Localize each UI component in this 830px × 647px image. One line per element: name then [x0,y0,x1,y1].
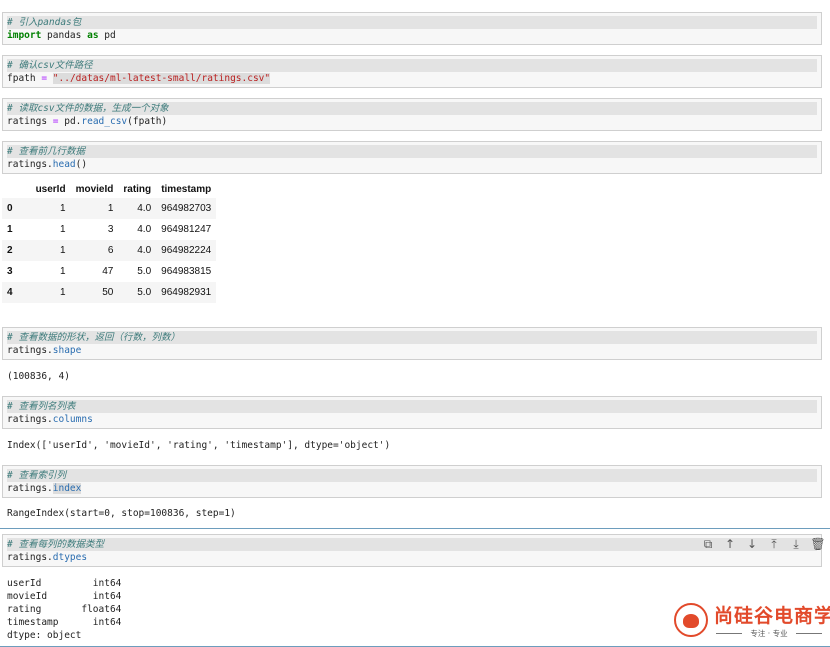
table-cell: 4.0 [137,203,152,214]
table-cell: 964981247 [161,224,212,235]
table-cell: 4.0 [137,224,152,235]
code-comment: # 读取csv文件的数据，生成一个对象 [7,102,817,115]
code-comment: # 确认csv文件路径 [7,59,817,72]
dataframe-output: userId movieId rating timestamp 0 1 1 4.… [2,180,217,303]
table-header: timestamp [161,183,212,195]
code-comment: # 查看每列的数据类型 [7,538,817,551]
code-args: () [75,159,88,170]
code-object: ratings. [7,414,53,425]
code-comment: # 查看前几行数据 [7,145,817,158]
keyword: as [87,30,99,41]
table-header: movieId [75,183,114,195]
table-row: 1 1 3 4.0 964981247 [2,219,216,240]
code-cell-3[interactable]: # 读取csv文件的数据，生成一个对象 ratings = pd.read_cs… [2,98,822,131]
code-comment: # 查看数据的形状，返回（行数，列数） [7,331,817,344]
code-object: ratings. [7,483,53,494]
table-cell: 6 [107,245,114,256]
code-attribute: index [52,483,82,494]
code-line: fpath = "../datas/ml-latest-small/rating… [7,72,817,85]
table-cell: 1 [60,287,66,298]
table-header [2,180,31,198]
table-cell: 964982224 [161,245,212,256]
code-cell-5[interactable]: # 查看数据的形状，返回（行数，列数） ratings.shape [2,327,822,360]
code-cell-4[interactable]: # 查看前几行数据 ratings.head() [2,141,822,174]
row-index: 0 [7,203,13,214]
code-object: ratings. [7,345,53,356]
cell-output: userId int64 movieId int64 rating float6… [7,578,122,641]
code-line: ratings.dtypes [7,551,817,564]
table-cell: 50 [102,287,114,298]
table-cell: 5.0 [137,266,152,277]
code-comment: # 查看索引列 [7,469,817,482]
table-cell: 1 [60,224,66,235]
code-attribute: shape [52,345,82,356]
insert-above-icon[interactable]: ⤒ [763,537,785,552]
code-attribute: read_csv [81,116,128,127]
code-string: "../datas/ml-latest-small/ratings.csv" [52,73,271,84]
cell-output: Index(['userId', 'movieId', 'rating', 't… [7,440,391,451]
code-cell-1[interactable]: # 引入pandas包 import pandas as pd [2,12,822,45]
code-line: ratings.head() [7,158,817,171]
table-row: 4 1 50 5.0 964982931 [2,282,217,303]
table-cell: 47 [102,266,114,277]
code-var: ratings [7,116,48,127]
insert-below-icon[interactable]: ⤓ [785,537,807,552]
copy-icon[interactable]: ⧉ [697,537,719,552]
logo-title: 尚硅谷电商学院 [714,605,830,627]
code-operator: = [35,73,53,84]
code-line: import pandas as pd [7,29,817,42]
cell-toolbar: ⧉ ↑ ↓ ⤒ ⤓ 🗑 [697,537,829,552]
arrow-up-icon[interactable]: ↑ [719,537,741,552]
code-args: (fpath) [127,116,168,127]
row-index: 2 [7,245,13,256]
code-line: ratings.columns [7,413,817,426]
code-attribute: dtypes [52,552,88,563]
code-cell-2[interactable]: # 确认csv文件路径 fpath = "../datas/ml-latest-… [2,55,822,88]
table-header: userId [35,183,66,195]
table-cell: 1 [60,245,66,256]
trash-icon[interactable]: 🗑 [807,537,829,552]
row-index: 3 [7,266,13,277]
table-cell: 964983815 [161,266,212,277]
table-cell: 1 [107,203,114,214]
table-cell: 1 [60,266,66,277]
code-line: ratings.shape [7,344,817,357]
table-cell: 3 [107,224,114,235]
cell-output: (100836, 4) [7,371,70,382]
code-text: pandas [41,30,88,41]
table-header: rating [123,183,152,195]
code-attribute: columns [52,414,93,425]
cell-output: RangeIndex(start=0, stop=100836, step=1) [7,508,236,519]
arrow-down-icon[interactable]: ↓ [741,537,763,552]
row-index: 1 [7,224,13,235]
table-cell: 1 [60,203,66,214]
table-row: 3 1 47 5.0 964983815 [2,261,216,282]
table-row: 2 1 6 4.0 964982224 [2,240,217,261]
code-object: ratings. [7,552,53,563]
code-cell-6[interactable]: # 查看列名列表 ratings.columns [2,396,822,429]
table-cell: 4.0 [137,245,152,256]
code-line: ratings = pd.read_csv(fpath) [7,115,817,128]
code-comment: # 引入pandas包 [7,16,817,29]
code-attribute: head [52,159,76,170]
row-index: 4 [7,287,13,298]
code-cell-7[interactable]: # 查看索引列 ratings.index [2,465,822,498]
code-operator: = [47,116,65,127]
code-line: ratings.index [7,482,817,495]
keyword: import [7,30,42,41]
table-cell: 5.0 [137,287,152,298]
logo-subtitle: 专注 · 专业 [714,628,824,639]
watermark-logo: 尚硅谷电商学院 专注 · 专业 [674,601,830,641]
table-row: 0 1 1 4.0 964982703 [2,198,217,219]
code-var: fpath [7,73,36,84]
table-cell: 964982703 [161,203,212,214]
table-header-row: userId movieId rating timestamp [2,180,216,198]
code-object: ratings. [7,159,53,170]
logo-icon [674,603,708,637]
table-cell: 964982931 [161,287,212,298]
code-comment: # 查看列名列表 [7,400,817,413]
code-text: pd [98,30,116,41]
code-object: pd. [64,116,82,127]
